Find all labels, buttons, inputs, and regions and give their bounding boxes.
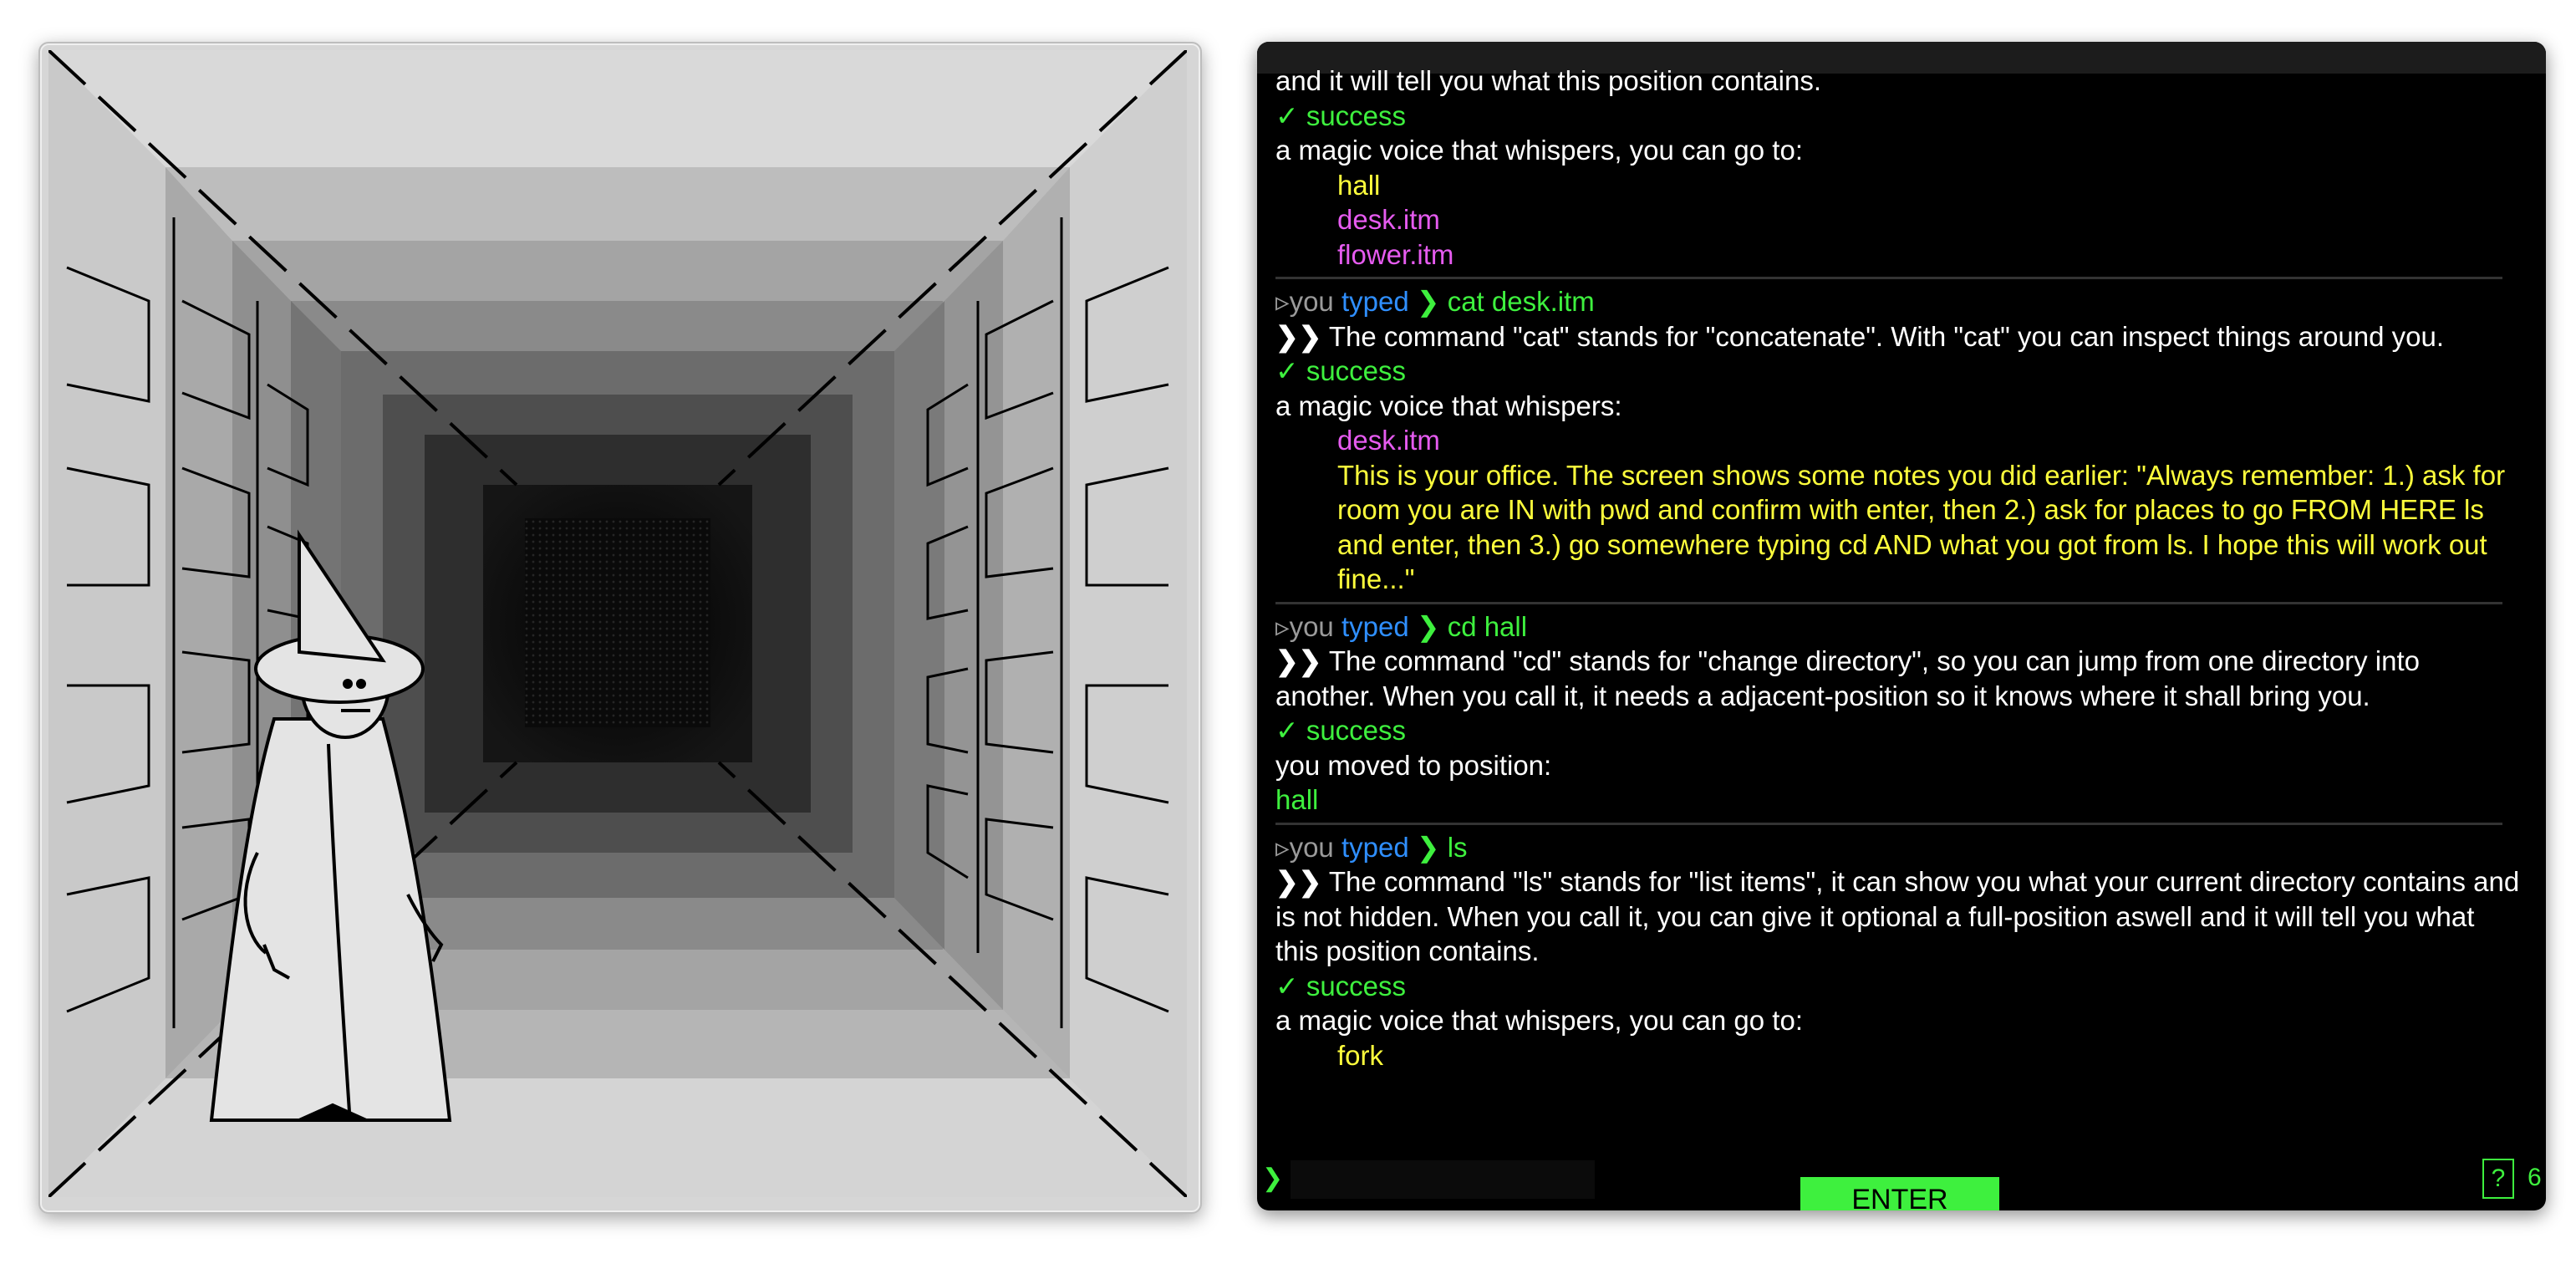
success-status: ✓ success [1275,970,1407,1001]
log-separator [1275,277,2502,279]
command-input[interactable] [1291,1160,1595,1199]
item-desk: desk.itm [1337,204,1440,235]
double-chevron-icon: ❯❯ [1275,320,1322,352]
location-fork: fork [1337,1039,1384,1071]
voice-text: a magic voice that whispers: [1275,390,1622,421]
explanation-line: ❯❯ The command "ls" stands for "list ite… [1275,864,2521,969]
explanation-text: The command "ls" stands for "list items"… [1275,866,2520,966]
terminal-log: and it will tell you what this position … [1275,64,2521,1150]
moved-text: you moved to position: [1275,749,1552,781]
voice-text: a magic voice that whispers, you can go … [1275,1005,1803,1036]
terminal-panel: and it will tell you what this position … [1257,42,2546,1210]
explanation-text: The command "cd" stands for "change dire… [1275,645,2421,711]
you-prefix: ▹you [1275,831,1334,863]
double-chevron-icon: ❯❯ [1275,645,1322,676]
chevron-icon: ❯ [1416,286,1440,317]
success-status: ✓ success [1275,355,1407,386]
log-separator [1275,822,2502,825]
prompt-chevron-icon: ❯ [1262,1164,1284,1192]
item-flower: flower.itm [1337,238,1454,270]
voice-text: a magic voice that whispers, you can go … [1275,135,1803,166]
help-button[interactable]: ? [2482,1159,2514,1199]
explanation-line: ❯❯ The command "cd" stands for "change d… [1275,644,2521,713]
typed-command-line: ▹you typed ❯ cat desk.itm [1275,284,2521,319]
enter-button[interactable]: ENTER [1800,1177,1999,1210]
you-prefix: ▹you [1275,610,1334,642]
typed-command-line: ▹you typed ❯ cd hall [1275,609,2521,645]
current-position: hall [1275,784,1319,815]
typed-label: typed [1341,610,1409,642]
typed-command: ls [1447,831,1468,863]
location-hall: hall [1337,169,1381,201]
success-status: ✓ success [1275,715,1407,746]
log-separator [1275,601,2502,604]
explanation-line: ❯❯ The command "cat" stands for "concate… [1275,319,2521,354]
game-view [48,50,1187,1197]
typed-command: cat desk.itm [1447,286,1595,317]
chevron-icon: ❯ [1416,831,1440,863]
double-chevron-icon: ❯❯ [1275,866,1322,897]
typed-label: typed [1341,831,1409,863]
success-status: ✓ success [1275,99,1407,131]
chevron-icon: ❯ [1416,610,1440,642]
command-counter: 6 [2528,1164,2542,1191]
typed-command: cd hall [1447,610,1528,642]
corridor-scene [48,50,1187,1197]
log-text: and it will tell you what this position … [1275,65,1822,96]
you-prefix: ▹you [1275,286,1334,317]
item-description: This is your office. The screen shows so… [1337,459,2506,595]
typed-command-line: ▹you typed ❯ ls [1275,830,2521,865]
explanation-text: The command "cat" stands for "concatenat… [1321,320,2445,352]
typed-label: typed [1341,286,1409,317]
item-desk: desk.itm [1337,425,1440,456]
